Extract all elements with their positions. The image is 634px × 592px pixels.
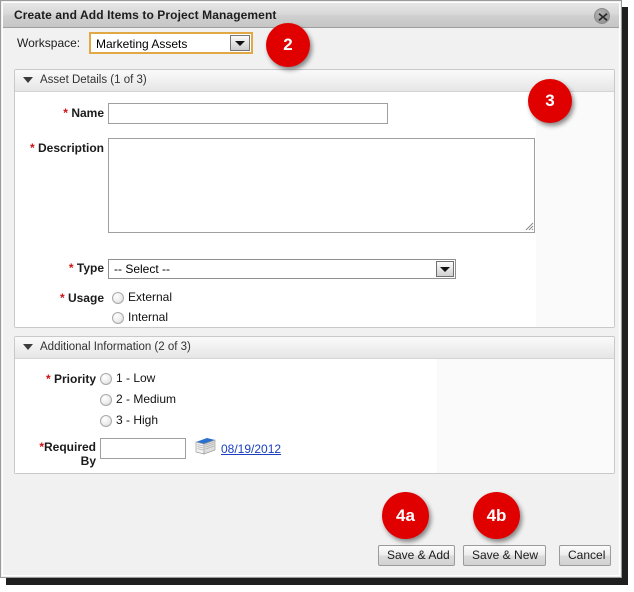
radio-icon[interactable]: [112, 292, 124, 304]
type-select[interactable]: -- Select --: [108, 259, 456, 279]
save-and-new-button[interactable]: Save & New: [463, 545, 546, 566]
callout-badge-4a: 4a: [382, 492, 429, 539]
section-asset-details-body: * Name * Description * Type -- Select --…: [15, 92, 614, 327]
callout-badge-4b: 4b: [473, 492, 520, 539]
usage-required-marker: *: [59, 291, 65, 305]
description-label: * Description: [15, 141, 104, 155]
calendar-icon[interactable]: [194, 436, 216, 461]
dialog-title: Create and Add Items to Project Manageme…: [14, 8, 277, 22]
usage-option-external-label[interactable]: External: [128, 290, 172, 304]
required-by-label: *Required By: [15, 440, 96, 468]
section-additional-information: Additional Information (2 of 3) * Priori…: [14, 336, 615, 474]
usage-option-internal-label[interactable]: Internal: [128, 310, 168, 324]
dialog-window-inner: Create and Add Items to Project Manageme…: [2, 2, 620, 576]
usage-label: * Usage: [15, 291, 104, 305]
panel-right-fill: [536, 92, 614, 327]
close-icon[interactable]: [594, 8, 610, 24]
section-additional-information-body: * Priority 1 - Low 2 - Medium 3 - High *…: [15, 359, 614, 473]
priority-option-medium-label[interactable]: 2 - Medium: [116, 392, 176, 406]
chevron-down-icon[interactable]: [230, 35, 250, 51]
dialog-window: Create and Add Items to Project Manageme…: [0, 0, 622, 578]
collapse-triangle-icon[interactable]: [23, 344, 33, 350]
name-label: * Name: [15, 106, 104, 120]
workspace-select-value: Marketing Assets: [96, 37, 188, 51]
save-and-add-button[interactable]: Save & Add: [378, 545, 455, 566]
section-asset-details-title: Asset Details (1 of 3): [40, 74, 147, 86]
priority-label-text: Priority: [53, 372, 96, 386]
workspace-label: Workspace:: [17, 36, 81, 50]
required-by-label-line1: Required: [43, 440, 96, 454]
name-label-text: Name: [71, 106, 104, 120]
workspace-row: Workspace: Marketing Assets: [3, 28, 619, 61]
callout-badge-2: 2: [266, 23, 310, 67]
radio-icon[interactable]: [112, 312, 124, 324]
cancel-button[interactable]: Cancel: [559, 545, 611, 566]
type-required-marker: *: [68, 261, 74, 275]
section-additional-information-header[interactable]: Additional Information (2 of 3): [15, 337, 614, 359]
collapse-triangle-icon[interactable]: [23, 77, 33, 83]
name-input[interactable]: [108, 103, 388, 124]
calendar-date-link[interactable]: 08/19/2012: [221, 442, 281, 456]
description-required-marker: *: [29, 141, 35, 155]
priority-option-high-label[interactable]: 3 - High: [116, 413, 158, 427]
description-label-text: Description: [37, 141, 104, 155]
section-additional-information-title: Additional Information (2 of 3): [40, 341, 191, 353]
radio-icon[interactable]: [100, 394, 112, 406]
chevron-down-icon[interactable]: [436, 261, 454, 277]
callout-badge-3: 3: [528, 79, 572, 123]
priority-required-marker: *: [45, 372, 51, 386]
name-required-marker: *: [63, 106, 68, 120]
workspace-select[interactable]: Marketing Assets: [89, 32, 253, 54]
description-textarea[interactable]: [108, 138, 535, 233]
priority-label: * Priority: [15, 372, 96, 386]
radio-icon[interactable]: [100, 373, 112, 385]
required-by-input[interactable]: [100, 438, 186, 459]
dialog-titlebar: Create and Add Items to Project Manageme…: [3, 3, 619, 28]
priority-option-low-label[interactable]: 1 - Low: [116, 371, 155, 385]
section-asset-details-header[interactable]: Asset Details (1 of 3): [15, 70, 614, 92]
type-label-text: Type: [76, 261, 104, 275]
type-label: * Type: [15, 261, 104, 275]
panel-right-fill: [437, 359, 614, 473]
usage-label-text: Usage: [67, 291, 104, 305]
required-by-label-line2: By: [80, 454, 96, 468]
radio-icon[interactable]: [100, 415, 112, 427]
section-asset-details: Asset Details (1 of 3) * Name * Descript…: [14, 69, 615, 328]
type-select-value: -- Select --: [114, 262, 171, 276]
